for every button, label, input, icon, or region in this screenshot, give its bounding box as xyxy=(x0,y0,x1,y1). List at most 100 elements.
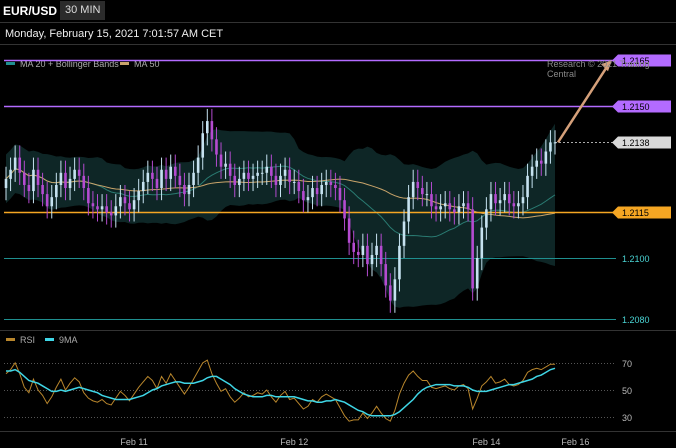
candle-body xyxy=(247,172,250,179)
rsi-tick-label: 50 xyxy=(622,386,632,396)
rsi-legend-label: 9MA xyxy=(59,335,78,345)
candle-body xyxy=(151,172,154,179)
candle-body xyxy=(485,209,488,228)
candle-body xyxy=(361,245,365,255)
candle-body xyxy=(4,178,8,189)
candle-body xyxy=(91,203,95,207)
candle-body xyxy=(59,172,63,185)
candle-body xyxy=(324,181,328,185)
candle-body xyxy=(411,181,415,198)
candle-body xyxy=(100,206,104,210)
candle-body xyxy=(187,184,191,195)
candle-body xyxy=(507,194,511,204)
candle-body xyxy=(215,139,218,155)
x-tick-label: Feb 14 xyxy=(472,437,500,447)
candle-body xyxy=(50,197,54,207)
candle-body xyxy=(251,175,255,179)
level-label: 1.2150 xyxy=(622,102,650,112)
candle-body xyxy=(521,197,525,204)
candle-body xyxy=(343,200,346,219)
level-label: 1.2100 xyxy=(622,254,650,264)
candle-body xyxy=(283,169,287,176)
candle-body xyxy=(471,209,474,289)
candle-body xyxy=(370,254,374,265)
candle-body xyxy=(119,197,122,207)
candle-body xyxy=(41,184,44,195)
candle-body xyxy=(347,218,351,243)
candle-body xyxy=(398,245,401,280)
candle-body xyxy=(238,178,241,185)
candle-body xyxy=(302,191,305,201)
candle-body xyxy=(466,203,470,210)
candle-body xyxy=(109,212,113,216)
candle-body xyxy=(137,191,140,201)
candle-body xyxy=(160,169,163,189)
candle-body xyxy=(421,188,424,195)
candle-body xyxy=(434,206,438,210)
candle-body xyxy=(114,206,118,216)
candle-body xyxy=(270,166,273,176)
level-label: 1.2138 xyxy=(622,138,650,148)
rsi-legend-label: RSI xyxy=(20,335,35,345)
candle-body xyxy=(224,163,227,167)
candle-body xyxy=(77,169,81,176)
candle-body xyxy=(64,172,67,189)
candle-body xyxy=(384,264,388,286)
candle-body xyxy=(178,175,182,185)
candle-body xyxy=(233,175,237,185)
candle-body xyxy=(315,188,319,195)
candle-body xyxy=(329,181,333,185)
candle-body xyxy=(544,151,548,164)
candle-body xyxy=(82,175,86,189)
candle-body xyxy=(439,206,442,210)
candle-body xyxy=(256,172,259,176)
candle-body xyxy=(242,172,246,179)
legend-swatch xyxy=(6,62,15,65)
x-tick-label: Feb 11 xyxy=(120,437,147,447)
candle-body xyxy=(503,194,506,201)
candle-body xyxy=(352,242,355,252)
candle-body xyxy=(407,197,410,222)
candle-body xyxy=(13,157,17,170)
candle-body xyxy=(27,184,31,192)
candle-body xyxy=(297,181,301,192)
candle-body xyxy=(526,175,529,198)
candle-body xyxy=(402,221,406,246)
candle-body xyxy=(553,142,557,144)
candle-body xyxy=(68,178,72,189)
candle-body xyxy=(132,200,136,210)
candle-body xyxy=(96,206,99,210)
candle-body xyxy=(306,197,310,201)
candle-body xyxy=(462,203,465,207)
candle-body xyxy=(379,245,383,265)
candle-body xyxy=(123,197,127,204)
candle-body xyxy=(453,209,456,213)
candle-body xyxy=(265,166,269,173)
x-tick-label: Feb 16 xyxy=(561,437,589,447)
candle-body xyxy=(201,133,205,158)
rsi-tick-label: 30 xyxy=(622,413,632,423)
candle-body xyxy=(338,188,342,201)
candle-body xyxy=(210,121,214,140)
x-tick-label: Feb 12 xyxy=(280,437,308,447)
candle-body xyxy=(539,160,543,164)
candle-body xyxy=(366,245,369,265)
candle-body xyxy=(260,172,264,174)
credit-text: Research © 2021 Trading Central xyxy=(547,59,650,79)
candle-body xyxy=(36,169,40,185)
candle-body xyxy=(530,166,534,176)
candle-body xyxy=(274,175,278,185)
candle-body xyxy=(535,160,538,167)
candle-body xyxy=(480,227,484,259)
candle-body xyxy=(416,181,420,189)
rsi-legend-swatch xyxy=(45,338,54,341)
candle-body xyxy=(311,188,314,198)
candle-body xyxy=(155,178,159,189)
candle-body xyxy=(164,169,168,179)
rsi-legend-swatch xyxy=(6,338,15,341)
candle-body xyxy=(443,203,447,207)
candle-body xyxy=(430,194,433,207)
candle-body xyxy=(489,194,493,210)
level-label: 1.2115 xyxy=(622,208,649,218)
candle-body xyxy=(356,251,360,255)
